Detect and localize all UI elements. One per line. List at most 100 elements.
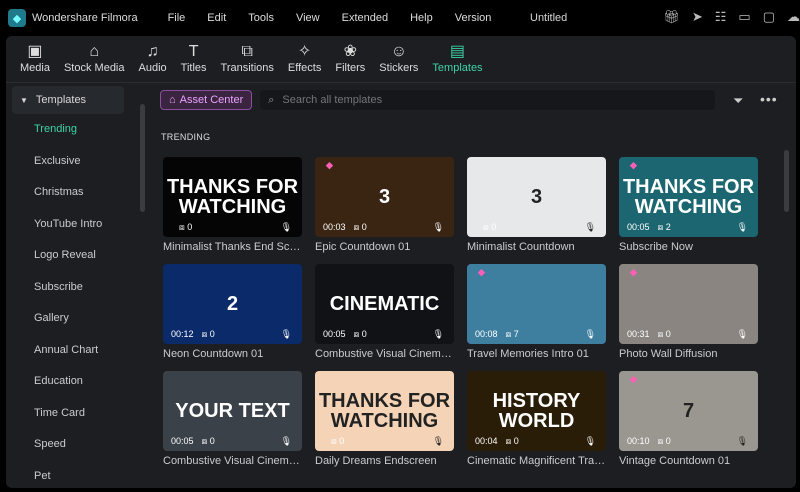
template-title: Neon Countdown 01 bbox=[163, 348, 264, 360]
template-thumbnail[interactable]: ◆ 3 00:03 ⧈ 0 🎙︎ bbox=[315, 157, 454, 237]
microphone-icon: 🎙︎ bbox=[432, 436, 444, 446]
tab-media[interactable]: ▣ Media bbox=[16, 36, 54, 82]
clip-icon: ⧈ bbox=[505, 329, 514, 339]
premium-gem-icon: ◆ bbox=[630, 267, 637, 277]
duration: 00:08 bbox=[475, 329, 498, 339]
menu-tools[interactable]: Tools bbox=[248, 12, 274, 24]
send-icon[interactable]: ➤ bbox=[692, 9, 703, 25]
sidebar-header-templates[interactable]: ▼ Templates bbox=[12, 86, 124, 114]
template-thumbnail[interactable]: HISTORY WORLD 00:04 ⧈ 0 🎙︎ bbox=[467, 371, 606, 451]
template-card[interactable]: HISTORY WORLD 00:04 ⧈ 0 🎙︎ Cinematic Magn… bbox=[467, 371, 606, 478]
sidebar-item-time-card[interactable]: Time Card bbox=[8, 398, 148, 430]
clip-count-value: 0 bbox=[665, 436, 671, 446]
clip-count: ⧈ 0 bbox=[483, 222, 496, 233]
clip-count-value: 2 bbox=[665, 222, 671, 232]
menu-help[interactable]: Help bbox=[410, 12, 433, 24]
template-card[interactable]: ◆ 00:31 ⧈ 0 🎙︎ Photo Wall Diffusion bbox=[619, 264, 758, 371]
sidebar-item-annual-chart[interactable]: Annual Chart bbox=[8, 335, 148, 367]
template-thumbnail[interactable]: 3 ⧈ 0 🎙︎ bbox=[467, 157, 606, 237]
template-title: Subscribe Now bbox=[619, 241, 693, 253]
template-thumbnail[interactable]: CINEMATIC 00:05 ⧈ 0 🎙︎ bbox=[315, 264, 454, 344]
menu-version[interactable]: Version bbox=[455, 12, 492, 24]
sidebar-item-speed[interactable]: Speed bbox=[8, 429, 148, 461]
tab-stock-media[interactable]: ⌂ Stock Media bbox=[60, 36, 129, 82]
media-icon: ▣ bbox=[27, 43, 43, 60]
template-title: Daily Dreams Endscreen bbox=[315, 455, 437, 467]
asset-center-icon: ⌂ bbox=[169, 94, 176, 106]
clip-icon: ⧈ bbox=[331, 436, 340, 446]
sidebar-item-trending[interactable]: Trending bbox=[8, 114, 148, 146]
sidebar-item-education[interactable]: Education bbox=[8, 366, 148, 398]
clip-icon: ⧈ bbox=[657, 222, 666, 232]
thumbnail-text: 7 bbox=[682, 400, 695, 422]
template-card[interactable]: CINEMATIC 00:05 ⧈ 0 🎙︎ Combustive Visual … bbox=[315, 264, 454, 371]
tab-audio[interactable]: ♫ Audio bbox=[135, 36, 171, 82]
tab-effects[interactable]: ✧ Effects bbox=[284, 36, 325, 82]
thumbnail-text: THANKS FOR WATCHING bbox=[318, 390, 451, 432]
caret-down-icon: ▼ bbox=[20, 95, 28, 105]
premium-gem-icon: ◆ bbox=[630, 374, 637, 384]
menu-bar: File Edit Tools View Extended Help Version bbox=[168, 12, 514, 24]
duration: 00:04 bbox=[475, 436, 498, 446]
filmora-logo-icon: ◆ bbox=[8, 9, 26, 27]
sidebar-item-subscribe[interactable]: Subscribe bbox=[8, 272, 148, 304]
layout-icon[interactable]: ▭ bbox=[738, 9, 750, 25]
template-thumbnail[interactable]: THANKS FOR WATCHING ⧈ 0 🎙︎ bbox=[163, 157, 302, 237]
filter-icon[interactable]: ⏷ bbox=[733, 93, 743, 109]
template-thumbnail[interactable]: ◆ 00:31 ⧈ 0 🎙︎ bbox=[619, 264, 758, 344]
template-card[interactable]: ◆ 3 00:03 ⧈ 0 🎙︎ Epic Countdown 01 bbox=[315, 157, 454, 264]
sidebar-item-youtube-intro[interactable]: YouTube Intro bbox=[8, 209, 148, 241]
template-thumbnail[interactable]: ◆ THANKS FOR WATCHING 00:05 ⧈ 2 🎙︎ bbox=[619, 157, 758, 237]
microphone-icon: 🎙︎ bbox=[280, 329, 292, 339]
template-thumbnail[interactable]: ◆ 00:08 ⧈ 7 🎙︎ bbox=[467, 264, 606, 344]
more-options-icon[interactable]: ••• bbox=[760, 91, 778, 107]
tab-filters[interactable]: ❀ Filters bbox=[331, 36, 369, 82]
thumbnail-text: CINEMATIC bbox=[329, 293, 440, 315]
template-card[interactable]: ◆ 00:08 ⧈ 7 🎙︎ Travel Memories Intro 01 bbox=[467, 264, 606, 371]
clip-count: ⧈ 0 bbox=[506, 436, 519, 447]
tab-transitions[interactable]: ⧉ Transitions bbox=[217, 36, 278, 82]
stickers-icon: ☺ bbox=[390, 43, 408, 60]
template-card[interactable]: 2 00:12 ⧈ 0 🎙︎ Neon Countdown 01 bbox=[163, 264, 302, 371]
search-input[interactable] bbox=[282, 94, 683, 106]
clip-count: ⧈ 0 bbox=[202, 329, 215, 340]
sidebar-item-gallery[interactable]: Gallery bbox=[8, 303, 148, 335]
sidebar-scrollbar[interactable] bbox=[140, 104, 145, 212]
template-card[interactable]: ◆ THANKS FOR WATCHING 00:05 ⧈ 2 🎙︎ Subscr… bbox=[619, 157, 758, 264]
template-thumbnail[interactable]: THANKS FOR WATCHING ⧈ 0 🎙︎ bbox=[315, 371, 454, 451]
tab-titles[interactable]: T Titles bbox=[177, 36, 211, 82]
template-thumbnail[interactable]: 2 00:12 ⧈ 0 🎙︎ bbox=[163, 264, 302, 344]
template-thumbnail[interactable]: ◆ 7 00:10 ⧈ 0 🎙︎ bbox=[619, 371, 758, 451]
clip-count: ⧈ 0 bbox=[202, 436, 215, 447]
menu-edit[interactable]: Edit bbox=[207, 12, 226, 24]
premium-gem-icon: ◆ bbox=[478, 267, 485, 277]
duration: 00:03 bbox=[323, 222, 346, 232]
menu-extended[interactable]: Extended bbox=[342, 12, 388, 24]
save-icon[interactable]: ▢ bbox=[763, 9, 775, 25]
menu-view[interactable]: View bbox=[296, 12, 320, 24]
cloud-icon[interactable]: ☁ bbox=[787, 9, 800, 25]
asset-center-button[interactable]: ⌂ Asset Center bbox=[160, 90, 253, 110]
content-scrollbar[interactable] bbox=[784, 150, 789, 212]
tab-templates[interactable]: ▤ Templates bbox=[428, 36, 486, 82]
template-title: Vintage Countdown 01 bbox=[619, 455, 731, 467]
template-title: Minimalist Countdown bbox=[467, 241, 575, 253]
sidebar-item-pet[interactable]: Pet bbox=[8, 461, 148, 487]
template-thumbnail[interactable]: YOUR TEXT 00:05 ⧈ 0 🎙︎ bbox=[163, 371, 302, 451]
template-card[interactable]: 3 ⧈ 0 🎙︎ Minimalist Countdown bbox=[467, 157, 606, 264]
template-card[interactable]: THANKS FOR WATCHING ⧈ 0 🎙︎ Daily Dreams … bbox=[315, 371, 454, 478]
clip-count-value: 0 bbox=[513, 436, 519, 446]
clip-count-value: 0 bbox=[361, 329, 367, 339]
tab-stickers[interactable]: ☺ Stickers bbox=[375, 36, 422, 82]
template-card[interactable]: ◆ 7 00:10 ⧈ 0 🎙︎ Vintage Countdown 01 bbox=[619, 371, 758, 478]
template-card[interactable]: THANKS FOR WATCHING ⧈ 0 🎙︎ Minimalist Th… bbox=[163, 157, 302, 264]
sidebar-item-exclusive[interactable]: Exclusive bbox=[8, 146, 148, 178]
sidebar-item-christmas[interactable]: Christmas bbox=[8, 177, 148, 209]
tasks-icon[interactable]: ☷ bbox=[715, 9, 727, 25]
microphone-icon: 🎙︎ bbox=[432, 222, 444, 232]
search-bar[interactable]: ⌕ bbox=[260, 90, 716, 110]
template-card[interactable]: YOUR TEXT 00:05 ⧈ 0 🎙︎ Combustive Visual … bbox=[163, 371, 302, 478]
gift-icon[interactable]: 🎁︎ bbox=[663, 9, 680, 25]
sidebar-item-logo-reveal[interactable]: Logo Reveal bbox=[8, 240, 148, 272]
menu-file[interactable]: File bbox=[168, 12, 186, 24]
